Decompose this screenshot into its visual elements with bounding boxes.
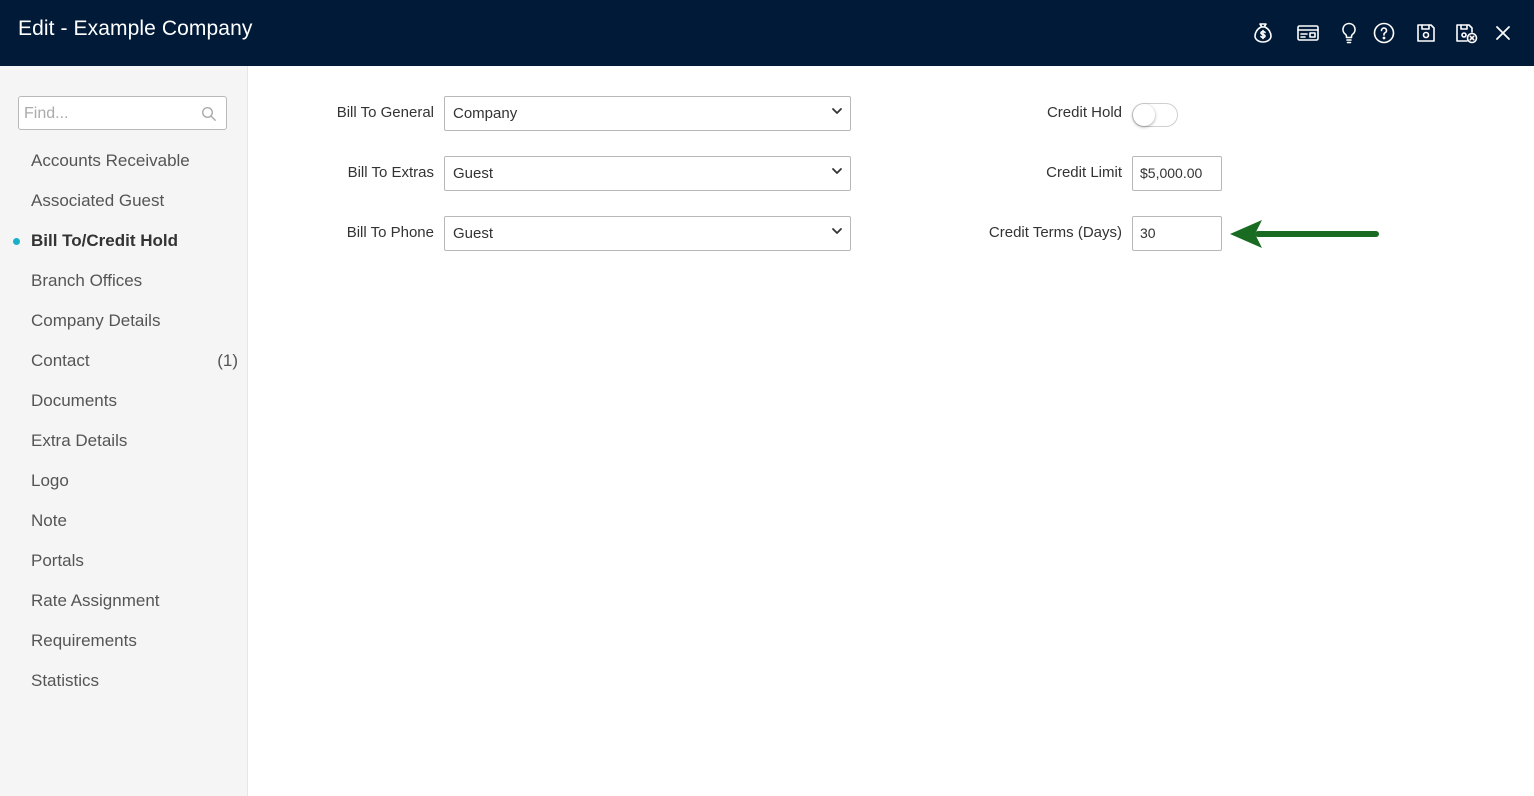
sidebar-item-contact[interactable]: Contact (1) — [0, 346, 248, 386]
save-icon[interactable] — [1413, 20, 1439, 46]
sidebar-item-portals[interactable]: Portals — [0, 546, 248, 586]
chevron-down-icon — [832, 168, 842, 174]
credit-hold-label: Credit Hold — [1046, 104, 1122, 121]
money-bag-icon[interactable] — [1250, 20, 1276, 46]
bill-to-phone-value: Guest — [453, 225, 494, 242]
sidebar-item-accounts-receivable[interactable]: Accounts Receivable — [0, 146, 248, 186]
bill-to-phone-select[interactable]: Guest — [444, 216, 851, 251]
help-icon[interactable] — [1371, 20, 1397, 46]
sidebar: Accounts Receivable Associated Guest Bil… — [0, 66, 248, 796]
card-reader-icon[interactable] — [1295, 20, 1321, 46]
credit-terms-input[interactable] — [1140, 225, 1218, 241]
credit-limit-label: Credit Limit — [1046, 164, 1122, 181]
sidebar-item-bill-to-credit-hold[interactable]: Bill To/Credit Hold — [0, 226, 248, 266]
sidebar-item-extra-details[interactable]: Extra Details — [0, 426, 248, 466]
credit-hold-toggle[interactable] — [1132, 103, 1178, 127]
sidebar-item-rate-assignment[interactable]: Rate Assignment — [0, 586, 248, 626]
title-bar: Edit - Example Company — [0, 0, 1534, 66]
bill-to-extras-label: Bill To Extras — [347, 164, 434, 181]
credit-terms-field[interactable] — [1132, 216, 1222, 251]
find-box[interactable] — [18, 96, 227, 130]
bill-to-phone-label: Bill To Phone — [346, 224, 434, 241]
search-icon — [201, 106, 216, 121]
close-icon[interactable] — [1490, 20, 1516, 46]
chevron-down-icon — [832, 228, 842, 234]
annotation-arrow-icon — [1230, 220, 1379, 248]
sidebar-nav: Accounts Receivable Associated Guest Bil… — [0, 146, 248, 706]
window-title: Edit - Example Company — [18, 17, 253, 40]
credit-terms-label: Credit Terms (Days) — [988, 224, 1122, 241]
sidebar-item-associated-guest[interactable]: Associated Guest — [0, 186, 248, 226]
bill-to-general-value: Company — [453, 105, 518, 122]
sidebar-item-branch-offices[interactable]: Branch Offices — [0, 266, 248, 306]
sidebar-item-requirements[interactable]: Requirements — [0, 626, 248, 666]
credit-limit-field[interactable] — [1132, 156, 1222, 191]
active-indicator-dot — [13, 238, 20, 245]
bill-to-extras-value: Guest — [453, 165, 494, 182]
chevron-down-icon — [832, 108, 842, 114]
sidebar-item-note[interactable]: Note — [0, 506, 248, 546]
search-input[interactable] — [24, 103, 194, 125]
bill-to-general-select[interactable]: Company — [444, 96, 851, 131]
save-close-icon[interactable] — [1453, 20, 1479, 46]
toggle-knob — [1133, 104, 1155, 126]
sidebar-item-documents[interactable]: Documents — [0, 386, 248, 426]
sidebar-item-company-details[interactable]: Company Details — [0, 306, 248, 346]
contact-count-badge: (1) — [217, 351, 238, 370]
sidebar-item-statistics[interactable]: Statistics — [0, 666, 248, 706]
lightbulb-icon[interactable] — [1336, 20, 1362, 46]
credit-limit-input[interactable] — [1140, 165, 1218, 181]
bill-to-extras-select[interactable]: Guest — [444, 156, 851, 191]
sidebar-item-logo[interactable]: Logo — [0, 466, 248, 506]
bill-to-general-label: Bill To General — [336, 104, 434, 121]
